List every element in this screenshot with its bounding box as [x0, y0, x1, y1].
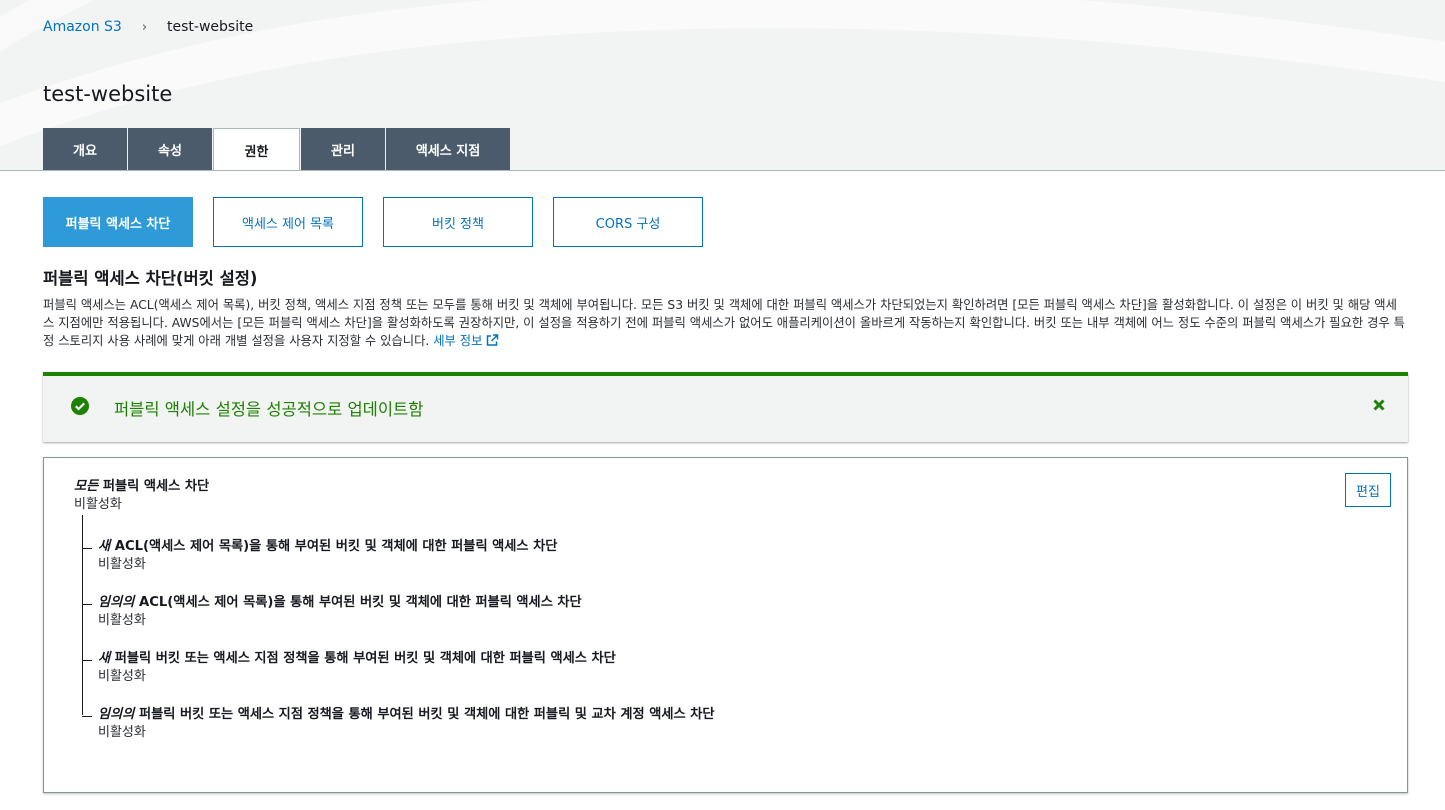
setting-title-text: 퍼블릭 버킷 또는 액세스 지점 정책을 통해 부여된 버킷 및 객체에 대한 … [134, 707, 715, 722]
setting-status: 비활성화 [98, 557, 146, 572]
breadcrumb: Amazon S3 › test-website [43, 17, 253, 37]
tree-branch [82, 660, 92, 661]
setting-block-new-policy: 새 퍼블릭 버킷 또는 액세스 지점 정책을 통해 부여된 버킷 및 객체에 대… [82, 650, 616, 686]
tree-branch [82, 716, 92, 717]
setting-emphasis: 새 [98, 651, 111, 666]
chevron-right-icon: › [141, 19, 148, 35]
setting-block-any-policy: 임의의 퍼블릭 버킷 또는 액세스 지점 정책을 통해 부여된 버킷 및 객체에… [82, 706, 714, 742]
subtab-block-public-access[interactable]: 퍼블릭 액세스 차단 [43, 197, 193, 247]
setting-title: 임의의 ACL(액세스 제어 목록)을 통해 부여된 버킷 및 객체에 대한 퍼… [98, 594, 582, 612]
setting-block-new-acl: 새 ACL(액세스 제어 목록)을 통해 부여된 버킷 및 객체에 대한 퍼블릭… [82, 538, 557, 574]
breadcrumb-current: test-website [167, 19, 254, 35]
setting-title-text: 퍼블릭 액세스 차단 [98, 479, 210, 494]
setting-emphasis: 모든 [74, 479, 99, 494]
setting-status: 비활성화 [98, 725, 146, 740]
tab-access-points[interactable]: 액세스 지점 [386, 128, 510, 170]
check-circle-icon [71, 397, 89, 415]
subtab-cors-configuration[interactable]: CORS 구성 [553, 197, 703, 247]
setting-status: 비활성화 [98, 669, 146, 684]
header-area: Amazon S3 › test-website test-website 개요… [0, 0, 1445, 171]
subtab-bucket-policy[interactable]: 버킷 정책 [383, 197, 533, 247]
permission-subtabs: 퍼블릭 액세스 차단 액세스 제어 목록 버킷 정책 CORS 구성 [43, 197, 723, 247]
setting-title: 모든 퍼블릭 액세스 차단 [74, 478, 209, 496]
learn-more-label: 세부 정보 [433, 334, 483, 348]
section-description: 퍼블릭 액세스는 ACL(액세스 제어 목록), 버킷 정책, 액세스 지점 정… [43, 296, 1408, 350]
success-alert: 퍼블릭 액세스 설정을 성공적으로 업데이트함 [43, 372, 1408, 442]
tab-overview[interactable]: 개요 [43, 128, 127, 170]
subtab-access-control-list[interactable]: 액세스 제어 목록 [213, 197, 363, 247]
setting-status: 비활성화 [98, 613, 146, 628]
tab-management[interactable]: 관리 [301, 128, 385, 170]
page-title: test-website [43, 82, 173, 106]
alert-message: 퍼블릭 액세스 설정을 성공적으로 업데이트함 [114, 400, 424, 419]
setting-title: 임의의 퍼블릭 버킷 또는 액세스 지점 정책을 통해 부여된 버킷 및 객체에… [98, 706, 714, 724]
setting-title: 새 ACL(액세스 제어 목록)을 통해 부여된 버킷 및 객체에 대한 퍼블릭… [98, 538, 557, 556]
tree-connector [82, 515, 83, 715]
setting-title: 새 퍼블릭 버킷 또는 액세스 지점 정책을 통해 부여된 버킷 및 객체에 대… [98, 650, 616, 668]
breadcrumb-amazon-s3-link[interactable]: Amazon S3 [43, 19, 122, 35]
description-text: 퍼블릭 액세스는 ACL(액세스 제어 목록), 버킷 정책, 액세스 지점 정… [43, 298, 1405, 348]
close-icon[interactable] [1372, 398, 1386, 412]
tree-branch [82, 548, 92, 549]
bucket-tabs: 개요 속성 권한 관리 액세스 지점 [43, 128, 511, 170]
tab-properties[interactable]: 속성 [128, 128, 212, 170]
setting-title-text: ACL(액세스 제어 목록)을 통해 부여된 버킷 및 객체에 대한 퍼블릭 액… [134, 595, 582, 610]
setting-block-all-public-access: 모든 퍼블릭 액세스 차단 비활성화 [74, 478, 209, 514]
tab-permissions[interactable]: 권한 [213, 128, 300, 170]
block-public-access-settings: 편집 모든 퍼블릭 액세스 차단 비활성화 새 ACL(액세스 제어 목록)을 … [43, 457, 1408, 793]
tree-branch [82, 604, 92, 605]
setting-emphasis: 새 [98, 539, 111, 554]
setting-emphasis: 임의의 [98, 595, 135, 610]
setting-title-text: ACL(액세스 제어 목록)을 통해 부여된 버킷 및 객체에 대한 퍼블릭 액… [110, 539, 558, 554]
setting-block-any-acl: 임의의 ACL(액세스 제어 목록)을 통해 부여된 버킷 및 객체에 대한 퍼… [82, 594, 582, 630]
learn-more-link[interactable]: 세부 정보 [433, 334, 499, 348]
external-link-icon [487, 334, 499, 346]
setting-status: 비활성화 [74, 497, 122, 512]
section-heading: 퍼블릭 액세스 차단(버킷 설정) [43, 269, 258, 288]
setting-emphasis: 임의의 [98, 707, 135, 722]
setting-title-text: 퍼블릭 버킷 또는 액세스 지점 정책을 통해 부여된 버킷 및 객체에 대한 … [110, 651, 616, 666]
edit-button[interactable]: 편집 [1345, 473, 1391, 507]
